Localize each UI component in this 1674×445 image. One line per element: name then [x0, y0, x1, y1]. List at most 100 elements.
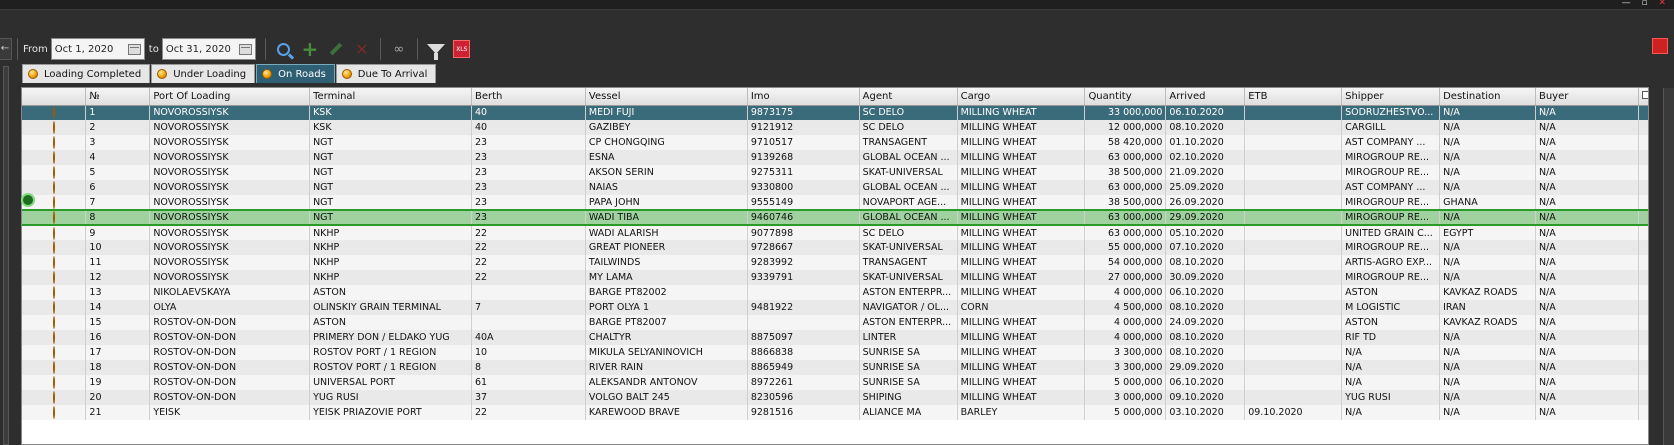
table-row[interactable]: 6 NOVOROSSIYSK NGT 23 NAIAS 9330800 GLOBAL OCE…: [22, 180, 1648, 195]
table-row[interactable]: 20 ROSTOV-ON-DON YUG RUSI 37 VOLGO BALT 245 8…: [22, 390, 1648, 405]
minimize-icon[interactable]: —: [1622, 0, 1635, 8]
status-orb-icon: [157, 69, 168, 79]
cell-agent: SKAT-UNIVERSAL: [859, 165, 958, 180]
column-header-berth-column[interactable]: Berth: [471, 88, 586, 106]
cell-port-of-loading: NOVOROSSIYSK: [149, 225, 311, 240]
column-header-quantity-column[interactable]: Quantity: [1084, 88, 1167, 106]
column-header-arrived-column[interactable]: Arrived: [1165, 88, 1246, 106]
table-row[interactable]: 21 YEISK YEISK PRIAZOVIE PORT 22 KAREWOOD BR…: [22, 405, 1648, 420]
column-header-etb-column[interactable]: ETB: [1244, 88, 1343, 106]
column-header-agent-column[interactable]: Agent: [859, 88, 958, 106]
table-row[interactable]: 17 ROSTOV-ON-DON ROSTOV PORT / 1 REGION 10 M…: [22, 345, 1648, 360]
table-row[interactable]: 8 NOVOROSSIYSK NGT 23 WADI TIBA 9460746 GLOBAL…: [22, 209, 1648, 226]
column-header-cargo-column[interactable]: Cargo: [957, 88, 1086, 106]
tab-due-to-arrival[interactable]: Due To Arrival: [335, 64, 437, 83]
table-row[interactable]: 7 NOVOROSSIYSK NGT 23 PAPA JOHN 9555149 NOVAPO…: [22, 195, 1648, 210]
calendar-icon[interactable]: [127, 43, 141, 55]
column-header-buyer-column[interactable]: Buyer: [1535, 88, 1640, 106]
table-row[interactable]: 10 NOVOROSSIYSK NKHP 22 GREAT PIONEER 9728667…: [22, 240, 1648, 255]
status-orb-icon: [52, 301, 55, 314]
row-status-cell: [22, 150, 87, 165]
column-chooser-button[interactable]: [1638, 88, 1648, 106]
column-header-destination-column[interactable]: Destination: [1439, 88, 1536, 106]
column-header-vessel-column[interactable]: Vessel: [585, 88, 748, 106]
table-row[interactable]: 9 NOVOROSSIYSK NKHP 22 WADI ALARISH 9077898 SC…: [22, 225, 1648, 240]
cell-shipper: N/A: [1341, 345, 1441, 360]
cell-etb: [1244, 255, 1343, 270]
to-date-field[interactable]: Oct 31, 2020: [161, 38, 256, 60]
filter-icon: [426, 44, 445, 60]
table-row[interactable]: 18 ROSTOV-ON-DON ROSTOV PORT / 1 REGION 8 RI…: [22, 360, 1648, 375]
cell-number: 20: [85, 390, 151, 405]
table-row[interactable]: 14 OLYA OLINSKIY GRAIN TERMINAL 7 PORT OLYA …: [22, 300, 1648, 315]
cell-quantity: 55 000,000: [1084, 240, 1167, 255]
cell-quantity: 4 500,000: [1084, 300, 1167, 315]
row-status-cell: [22, 375, 87, 390]
cell-buyer: N/A: [1535, 330, 1640, 345]
cell-destination: N/A: [1439, 330, 1536, 345]
column-header-number-column[interactable]: №: [85, 88, 151, 106]
from-date-field[interactable]: Oct 1, 2020: [50, 38, 145, 60]
tab-on-roads[interactable]: On Roads: [256, 64, 335, 83]
add-button[interactable]: +: [297, 37, 323, 61]
close-icon[interactable]: ✕: [1658, 0, 1670, 8]
cell-buyer: N/A: [1535, 180, 1640, 195]
app-menu-icon[interactable]: [1652, 38, 1668, 54]
search-button[interactable]: [271, 37, 297, 61]
add-icon: +: [301, 37, 319, 61]
table-row[interactable]: 13 NIKOLAEVSKAYA ASTON BARGE PT82002 ASTON E…: [22, 285, 1648, 300]
row-status-cell: [22, 135, 87, 150]
cell-buyer: N/A: [1535, 360, 1640, 375]
table-row[interactable]: 11 NOVOROSSIYSK NKHP 22 TAILWINDS 9283992 TRAN…: [22, 255, 1648, 270]
export-excel-button[interactable]: XLS: [449, 37, 475, 61]
cell-port-of-loading: ROSTOV-ON-DON: [149, 345, 311, 360]
table-row[interactable]: 3 NOVOROSSIYSK NGT 23 CP CHONGQING 9710517 TRA…: [22, 135, 1648, 150]
cell-etb: [1244, 390, 1343, 405]
status-orb-icon: [52, 346, 55, 359]
table-row[interactable]: 12 NOVOROSSIYSK NKHP 22 MY LAMA 9339791 SKAT-U…: [22, 270, 1648, 285]
tab-under-loading[interactable]: Under Loading: [151, 64, 256, 83]
cell-vessel: GAZIBEY: [585, 120, 748, 135]
table-row[interactable]: 19 ROSTOV-ON-DON UNIVERSAL PORT 61 ALEKSANDR…: [22, 375, 1648, 390]
table-row[interactable]: 2 NOVOROSSIYSK KSK 40 GAZIBEY 9121912 SC DELO M…: [22, 120, 1648, 135]
cell-imo: 9728667: [747, 240, 860, 255]
column-header-status-column[interactable]: [22, 88, 87, 106]
calendar-icon[interactable]: [238, 43, 252, 55]
cell-arrived: 29.09.2020: [1165, 360, 1246, 375]
status-orb-icon: [52, 256, 55, 269]
cell-shipper: ASTON: [1341, 315, 1441, 330]
left-scrollbar[interactable]: [3, 66, 9, 445]
cell-imo: 9121912: [747, 120, 860, 135]
row-status-cell: [22, 390, 87, 405]
table-row[interactable]: 4 NOVOROSSIYSK NGT 23 ESNA 9139268 GLOBAL OCEA…: [22, 150, 1648, 165]
maximize-icon[interactable]: ▫: [1641, 0, 1651, 8]
column-header-imo-column[interactable]: Imo: [747, 88, 860, 106]
filter-button[interactable]: [423, 37, 449, 61]
cell-etb: [1244, 105, 1343, 120]
table-row[interactable]: 5 NOVOROSSIYSK NGT 23 AKSON SERIN 9275311 SKAT…: [22, 165, 1648, 180]
cell-imo: 9077898: [747, 225, 860, 240]
table-row[interactable]: 1 NOVOROSSIYSK KSK 40 MEDI FUJI 9873175 SC DEL…: [22, 105, 1648, 120]
cell-etb: [1244, 120, 1343, 135]
delete-button[interactable]: ✕: [349, 37, 375, 61]
cell-imo: 9281516: [747, 405, 860, 420]
column-header-port-of-loading-column[interactable]: Port Of Loading: [149, 88, 311, 106]
tab-loading-completed[interactable]: Loading Completed: [22, 64, 151, 83]
vertical-scrollbar[interactable]: [1663, 88, 1674, 445]
find-button[interactable]: ∞: [386, 37, 412, 61]
cell-destination: N/A: [1439, 120, 1536, 135]
collapse-panel-button[interactable]: ←: [0, 38, 12, 60]
table-row[interactable]: 16 ROSTOV-ON-DON PRIMERY DON / ELDAKO YUG 4…: [22, 330, 1648, 345]
cell-arrived: 05.10.2020: [1165, 225, 1246, 240]
column-header-shipper-column[interactable]: Shipper: [1341, 88, 1441, 106]
cell-etb: [1244, 285, 1343, 300]
column-header-terminal-column[interactable]: Terminal: [309, 88, 472, 106]
table-row[interactable]: 15 ROSTOV-ON-DON ASTON BARGE PT82007 ASTON E…: [22, 315, 1648, 330]
edit-button[interactable]: [323, 37, 349, 61]
cell-port-of-loading: NOVOROSSIYSK: [149, 240, 311, 255]
cell-vessel: TAILWINDS: [585, 255, 748, 270]
vessels-grid: № Port Of Loading Terminal Berth Vessel Imo Ag…: [21, 87, 1649, 445]
window-controls[interactable]: — ▫ ✕: [1622, 0, 1670, 8]
cell-terminal: NKHP: [309, 240, 472, 255]
cell-shipper: N/A: [1341, 360, 1441, 375]
